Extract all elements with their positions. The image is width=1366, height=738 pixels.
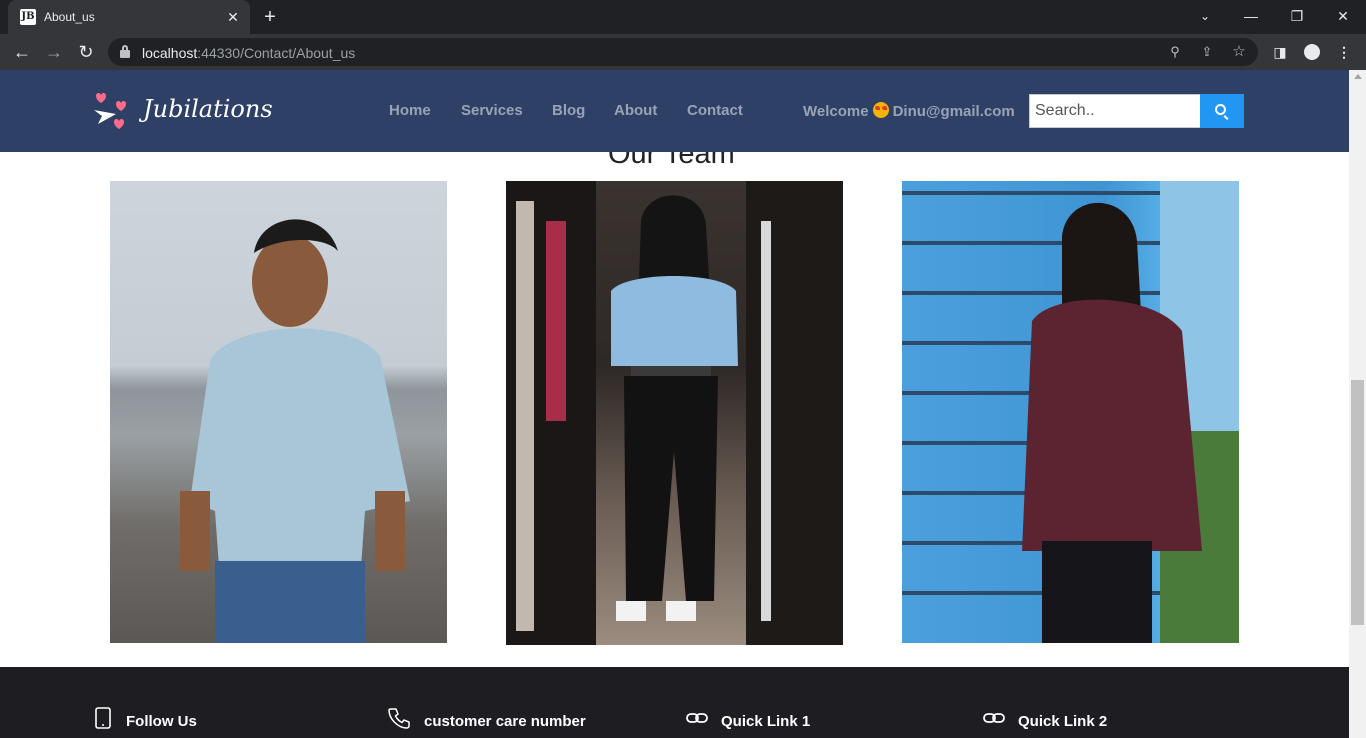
url-text[interactable]: localhost:44330/Contact/About_us (142, 45, 355, 61)
scrollbar-thumb[interactable] (1351, 380, 1364, 625)
user-email: Dinu@gmail.com (892, 103, 1015, 120)
back-arrow-icon[interactable]: ← (10, 40, 34, 64)
kebab-menu-icon[interactable]: ⋮ (1334, 42, 1354, 62)
team-photo-2 (506, 181, 843, 645)
site-footer: Follow Us customer care number Quick Lin… (0, 667, 1349, 738)
nav-contact[interactable]: Contact (687, 102, 743, 119)
footer-follow-us[interactable]: Follow Us (126, 713, 197, 730)
browser-toolbar: ← → ↻ localhost:44330/Contact/About_us ⚲… (0, 34, 1366, 70)
url-host: localhost (142, 45, 198, 61)
mobile-phone-icon (95, 707, 111, 729)
close-tab-icon[interactable]: ✕ (224, 8, 242, 26)
tab-title: About_us (44, 10, 95, 24)
nav-blog[interactable]: Blog (552, 102, 585, 119)
welcome-message: Welcome Dinu@gmail.com (803, 102, 1015, 120)
share-icon[interactable]: ⇪ (1198, 43, 1216, 61)
footer-quick-link-2[interactable]: Quick Link 2 (1018, 713, 1107, 730)
logo-text[interactable]: Jubilations (143, 95, 273, 123)
link-icon (983, 713, 1005, 723)
link-icon (686, 713, 708, 723)
nav-home[interactable]: Home (389, 102, 431, 119)
browser-tab-bar: JB About_us ✕ + ⌄ — ❐ ✕ (0, 0, 1366, 34)
reload-icon[interactable]: ↻ (74, 40, 98, 64)
nav-services[interactable]: Services (461, 102, 523, 119)
zoom-icon[interactable]: ⚲ (1166, 43, 1184, 61)
site-header: Jubilations Home Services Blog About Con… (0, 70, 1349, 152)
forward-arrow-icon[interactable]: → (42, 40, 66, 64)
minimize-icon[interactable]: — (1228, 4, 1274, 28)
url-path: :44330/Contact/About_us (197, 45, 356, 61)
address-bar[interactable]: localhost:44330/Contact/About_us ⚲ ⇪ ☆ (108, 38, 1258, 66)
search-input[interactable] (1029, 94, 1201, 128)
window-close-icon[interactable]: ✕ (1320, 4, 1366, 28)
team-photo-3 (902, 181, 1239, 643)
page-viewport: Jubilations Home Services Blog About Con… (0, 70, 1366, 738)
scroll-up-icon[interactable] (1354, 74, 1362, 79)
side-panel-icon[interactable]: ◨ (1270, 42, 1290, 62)
search-icon (1215, 104, 1226, 115)
restore-icon[interactable]: ❐ (1274, 4, 1320, 28)
favicon-icon: JB (20, 9, 36, 25)
profile-icon[interactable] (1302, 42, 1322, 62)
new-tab-icon[interactable]: + (258, 6, 282, 28)
logo-hearts-icon[interactable] (90, 90, 130, 132)
page-scrollbar[interactable] (1349, 70, 1366, 738)
star-struck-emoji-icon (872, 102, 889, 118)
search-button[interactable] (1200, 94, 1244, 128)
bookmark-star-icon[interactable]: ☆ (1230, 43, 1248, 61)
footer-customer-care[interactable]: customer care number (424, 713, 586, 730)
welcome-label: Welcome (803, 103, 869, 120)
team-photo-1 (110, 181, 447, 643)
browser-tab[interactable]: JB About_us ✕ (8, 0, 250, 34)
nav-about[interactable]: About (614, 102, 657, 119)
tab-search-icon[interactable]: ⌄ (1182, 4, 1228, 28)
lock-icon[interactable] (120, 45, 130, 58)
footer-quick-link-1[interactable]: Quick Link 1 (721, 713, 810, 730)
phone-icon (388, 708, 410, 729)
